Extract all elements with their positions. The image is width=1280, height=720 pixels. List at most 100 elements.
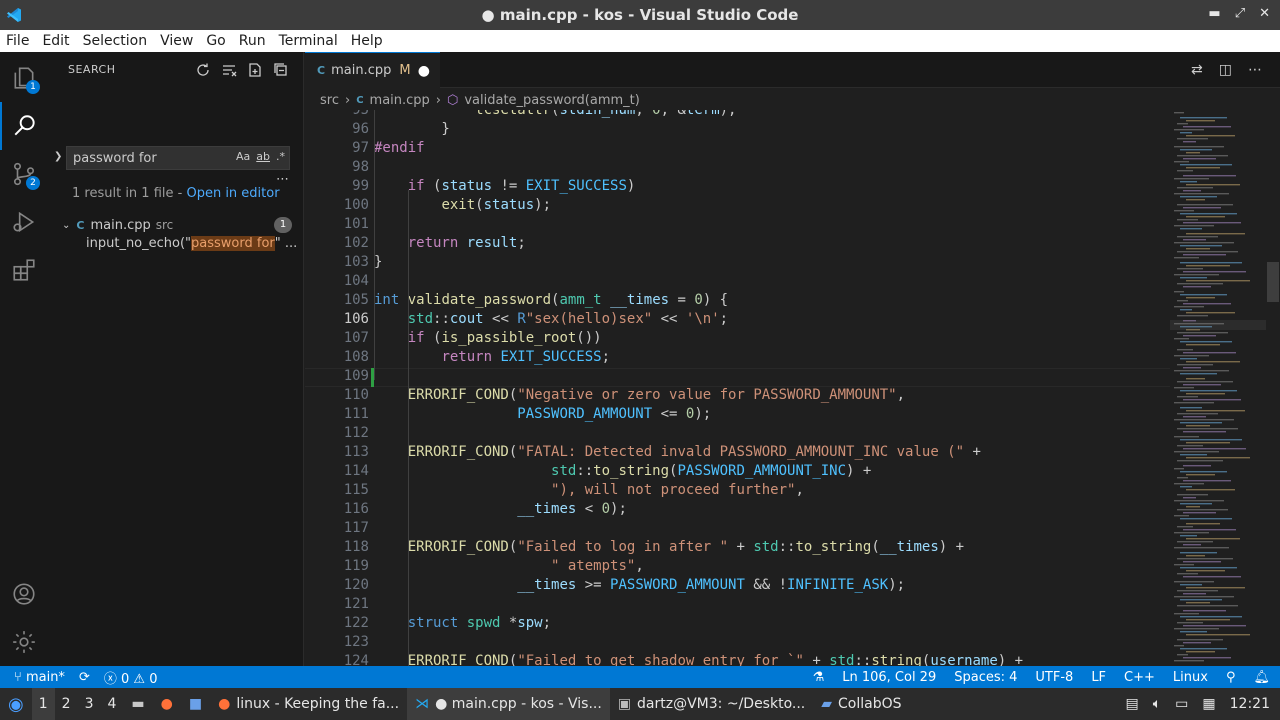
more-options-icon[interactable]: ⋯ [276,172,289,187]
window-terminal[interactable]: ▣ dartz@VM3: ~/Deskto... [610,688,813,720]
platform[interactable]: Linux [1173,670,1208,685]
code-line[interactable]: 113 ERRORIF_COND("FATAL: Detected invald… [305,443,1170,462]
launcher-firefox[interactable]: ● [153,688,181,720]
sync-icon[interactable]: ⟳ [79,670,90,685]
menu-edit[interactable]: Edit [36,33,76,49]
collapse-all-icon[interactable] [273,62,289,78]
code-line[interactable]: 112 [305,424,1170,443]
volume-icon[interactable]: 🔈︎ [1153,696,1161,712]
menu-terminal[interactable]: Terminal [273,33,345,49]
code-line[interactable]: 96 } [305,120,1170,139]
launcher-files[interactable]: ▬ [123,688,152,720]
explorer-button[interactable]: 1 [0,54,48,102]
code-line[interactable]: 101 [305,215,1170,234]
menu-go[interactable]: Go [200,33,232,49]
network-icon[interactable]: ▦ [1202,696,1215,712]
code-line[interactable]: 124 ERRORIF_COND("Failed to get shadow e… [305,652,1170,666]
notifications-icon[interactable]: 🔔︎ [1253,670,1270,685]
unsaved-dot-icon[interactable]: ● [418,63,430,79]
problems-indicator[interactable]: ⓧ 0 ⚠ 0 [104,668,158,687]
branch-indicator[interactable]: ⑂ main* [14,670,65,685]
window-firefox[interactable]: ● linux - Keeping the fa... [210,688,407,720]
code-line[interactable]: 97 #endif [305,139,1170,158]
line-endings[interactable]: LF [1091,670,1106,685]
more-actions-icon[interactable]: ⋯ [1248,62,1262,78]
workspace-2[interactable]: 2 [55,696,78,712]
code-line[interactable]: 114 std::to_string(PASSWORD_AMMOUNT_INC)… [305,462,1170,481]
menu-file[interactable]: File [0,33,36,49]
code-line[interactable]: 117 [305,519,1170,538]
search-input[interactable] [67,148,229,169]
menu-help[interactable]: Help [345,33,390,49]
open-in-editor-link[interactable]: Open in editor [186,186,279,201]
result-match-row[interactable]: input_no_echo("password for" ... [86,236,302,251]
workspace-1[interactable]: 1 [31,688,55,720]
code-line[interactable]: 104 [305,272,1170,291]
window-collabos[interactable]: ▰ CollabOS [813,688,909,720]
code-line[interactable]: 118 ERRORIF_COND("Failed to log in after… [305,538,1170,557]
close-icon[interactable]: ✕ [1259,6,1270,21]
code-line[interactable]: 110 ERRORIF_COND("Negative or zero value… [305,386,1170,405]
refresh-icon[interactable] [195,62,211,78]
code-line[interactable]: 111 PASSWORD_AMMOUNT <= 0); [305,405,1170,424]
minimize-icon[interactable]: ▬ [1208,6,1220,21]
workspace-3[interactable]: 3 [78,696,101,712]
code-line[interactable]: 123 [305,633,1170,652]
code-line[interactable]: 107 if (is_passible_root()) [305,329,1170,348]
breadcrumb-folder[interactable]: src [320,93,339,108]
indentation[interactable]: Spaces: 4 [954,670,1017,685]
clipboard-icon[interactable]: ▤ [1126,696,1139,712]
toggle-replace-icon[interactable]: ❯ [54,151,62,162]
match-word-toggle[interactable]: ab [256,150,270,163]
result-file-row[interactable]: ⌄ C main.cpp src 1 [60,214,292,236]
code-line[interactable]: 106 std::cout << R"sex(hello)sex" << '\n… [305,310,1170,329]
code-line[interactable]: 119 " atempts", [305,557,1170,576]
copilot-icon[interactable]: ⚗ [813,670,825,685]
cursor-position[interactable]: Ln 106, Col 29 [842,670,936,685]
minimap-slider[interactable] [1170,320,1266,330]
code-line[interactable]: 122 struct spwd *spw; [305,614,1170,633]
code-line[interactable]: 103} [305,253,1170,272]
run-debug-button[interactable] [0,198,48,246]
code-line[interactable]: 95 tcsetattr(stdin_num, 0, &term); [305,110,1170,120]
source-control-button[interactable]: 2 [0,150,48,198]
clock[interactable]: 12:21 [1230,696,1270,712]
clear-results-icon[interactable] [221,62,237,78]
code-line[interactable]: 116 __times < 0); [305,500,1170,519]
code-line[interactable]: 98 [305,158,1170,177]
search-input-box[interactable]: Aa ab .* [66,146,290,170]
code-line[interactable]: 121 [305,595,1170,614]
feedback-icon[interactable]: ⚲ [1226,670,1236,685]
start-menu-button[interactable]: ◉ [0,688,32,720]
code-line[interactable]: 109 [305,367,1170,386]
regex-toggle[interactable]: .* [276,150,285,163]
language-mode[interactable]: C++ [1124,670,1155,685]
tab-main-cpp[interactable]: C main.cpp M ● [305,52,440,88]
accounts-button[interactable] [0,570,48,618]
code-line[interactable]: 102 return result; [305,234,1170,253]
vertical-scrollbar[interactable] [1267,262,1279,302]
launcher-desktop[interactable]: ■ [181,688,210,720]
code-line[interactable]: 120 __times >= PASSWORD_AMMOUNT && !INFI… [305,576,1170,595]
new-search-editor-icon[interactable] [247,62,263,78]
compare-changes-icon[interactable]: ⇄ [1191,62,1203,78]
encoding[interactable]: UTF-8 [1035,670,1073,685]
code-line[interactable]: 115 "), will not proceed further", [305,481,1170,500]
breadcrumb-file[interactable]: main.cpp [370,93,430,108]
display-icon[interactable]: ▭ [1175,696,1188,712]
split-editor-icon[interactable]: ◫ [1219,62,1232,78]
match-case-toggle[interactable]: Aa [236,150,250,163]
code-line[interactable]: 105 int validate_password(amm_t __times =… [305,291,1170,310]
search-view-button[interactable] [0,102,48,150]
window-vscode[interactable]: ⋊ ● main.cpp - kos - Vis... [407,688,610,720]
code-line[interactable]: 99 if (status != EXIT_SUCCESS) [305,177,1170,196]
workspace-4[interactable]: 4 [100,696,123,712]
restore-icon[interactable]: ⤢ [1235,6,1245,21]
menu-selection[interactable]: Selection [77,33,155,49]
code-editor[interactable]: 95 tcsetattr(stdin_num, 0, &term); 96 } 97… [305,110,1170,666]
code-line[interactable]: 108 return EXIT_SUCCESS; [305,348,1170,367]
menu-run[interactable]: Run [233,33,273,49]
code-line[interactable]: 100 exit(status); [305,196,1170,215]
extensions-button[interactable] [0,246,48,294]
breadcrumb-symbol[interactable]: validate_password(amm_t) [464,93,639,108]
